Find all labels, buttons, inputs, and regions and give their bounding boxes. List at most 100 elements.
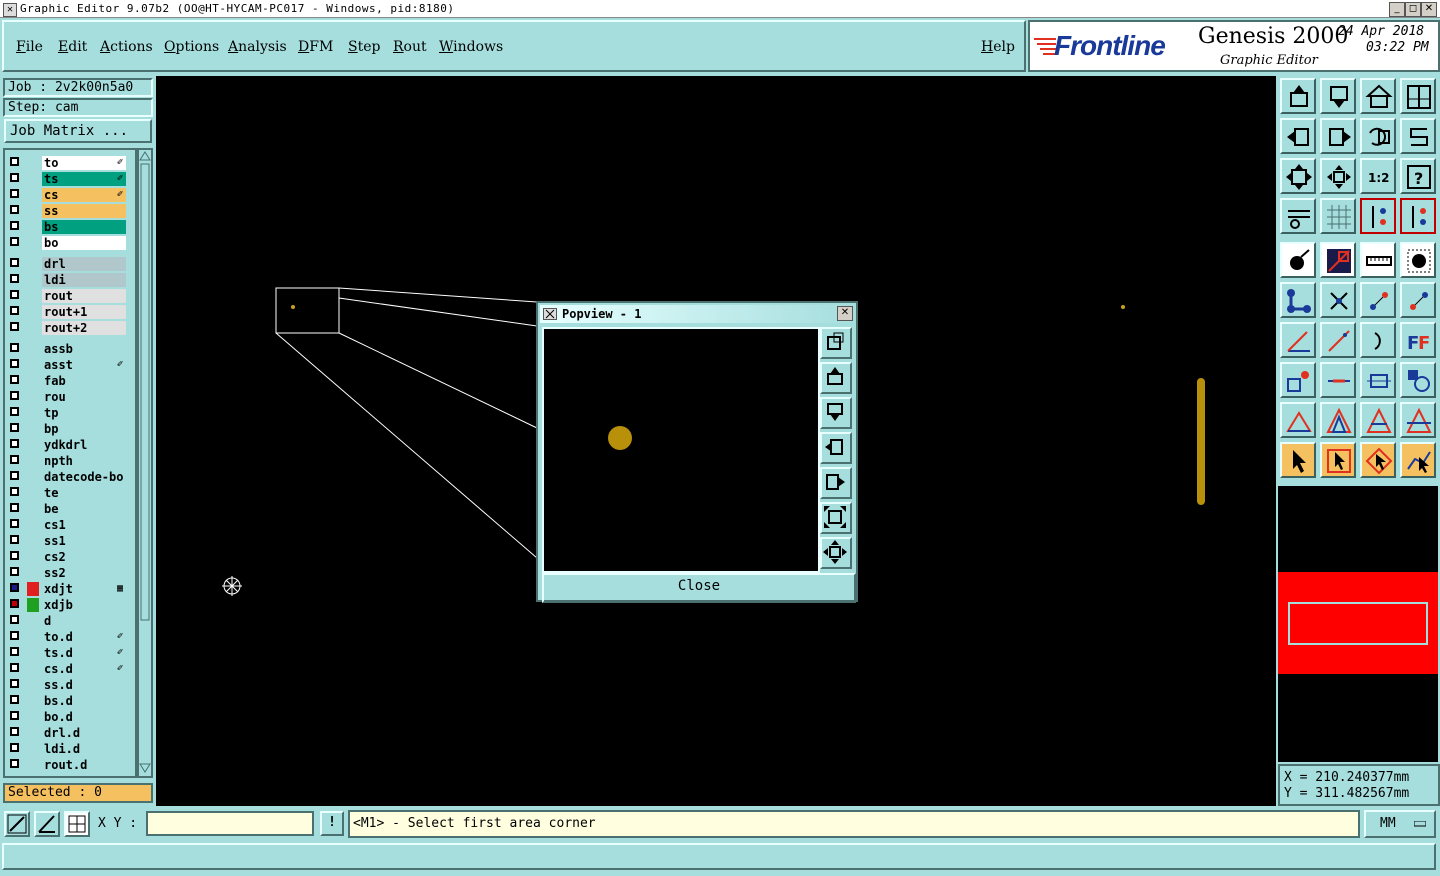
layer-row[interactable]: bo — [8, 236, 126, 250]
close-button[interactable]: ✕ — [1421, 2, 1437, 17]
snap-mode-button[interactable] — [4, 811, 30, 837]
layer-checkbox[interactable] — [10, 647, 19, 656]
tool-undo-view-button[interactable] — [1360, 118, 1396, 154]
layer-name[interactable]: rout — [42, 289, 126, 303]
menu-actions[interactable]: Actions — [100, 39, 153, 55]
layer-name[interactable]: asst ✐ — [42, 358, 126, 372]
menu-file[interactable]: File — [16, 39, 43, 55]
menu-edit[interactable]: Edit — [58, 39, 87, 55]
layer-checkbox[interactable] — [10, 343, 19, 352]
layer-checkbox[interactable] — [10, 471, 19, 480]
layer-name[interactable]: ss — [42, 204, 126, 218]
tool-a-cross-button[interactable] — [1400, 402, 1436, 438]
overview-panel[interactable] — [1278, 486, 1438, 762]
layer-row[interactable]: asst ✐ — [8, 358, 126, 372]
layer-row[interactable]: to ✐ — [8, 156, 126, 170]
xy-input[interactable] — [146, 811, 314, 836]
tool-nodes-button[interactable] — [1280, 282, 1316, 318]
layer-checkbox[interactable] — [10, 583, 19, 592]
popview-window[interactable]: Popview - 1 ✕ Close — [536, 301, 858, 603]
layer-row[interactable]: ldi — [8, 273, 126, 287]
menu-rout[interactable]: Rout — [393, 39, 427, 55]
layer-name[interactable]: ts ✐ — [42, 172, 126, 186]
popview-pan-down-button[interactable] — [820, 397, 852, 429]
layer-name[interactable]: rou — [42, 390, 126, 404]
layer-checkbox[interactable] — [10, 189, 19, 198]
layer-name[interactable]: fab — [42, 374, 126, 388]
tool-pad-button[interactable] — [1280, 242, 1316, 278]
tool-select-button[interactable] — [1280, 442, 1316, 478]
tool-triangle-button[interactable] — [1280, 402, 1316, 438]
layer-name[interactable]: ldi — [42, 273, 126, 287]
tool-settings-button[interactable] — [1280, 198, 1316, 234]
info-button[interactable]: ! — [320, 811, 344, 836]
layer-checkbox[interactable] — [10, 727, 19, 736]
layer-row[interactable]: rout+2 — [8, 321, 126, 335]
layer-name[interactable]: be — [42, 502, 126, 516]
layer-row[interactable]: te — [8, 486, 126, 500]
layer-name[interactable]: rout+1 — [42, 305, 126, 319]
menu-windows[interactable]: Windows — [439, 39, 503, 55]
layer-name[interactable]: bs.d — [42, 694, 126, 708]
layer-row[interactable]: ts ✐ — [8, 172, 126, 186]
layer-name[interactable]: ts.d ✐ — [42, 646, 126, 660]
tool-zoom-1to2-button[interactable]: 1:2 — [1360, 158, 1396, 194]
layer-name[interactable]: bs — [42, 220, 126, 234]
menu-step[interactable]: Step — [348, 39, 380, 55]
layer-row[interactable]: ss — [8, 204, 126, 218]
layer-name[interactable]: te — [42, 486, 126, 500]
grid-mode-button[interactable] — [64, 811, 90, 837]
popview-zoom-fit-button[interactable] — [820, 327, 852, 359]
layer-name[interactable]: cs.d ✐ — [42, 662, 126, 676]
layer-checkbox[interactable] — [10, 306, 19, 315]
layer-checkbox[interactable] — [10, 567, 19, 576]
tool-pan-up-button[interactable] — [1280, 78, 1316, 114]
popview-title-bar[interactable]: Popview - 1 ✕ — [540, 305, 854, 323]
layer-name[interactable]: npth — [42, 454, 126, 468]
layer-row[interactable]: npth — [8, 454, 126, 468]
layer-checkbox[interactable] — [10, 322, 19, 331]
layer-row[interactable]: bo.d — [8, 710, 126, 724]
layer-name[interactable]: cs2 — [42, 550, 126, 564]
layer-checkbox[interactable] — [10, 615, 19, 624]
layer-checkbox[interactable] — [10, 274, 19, 283]
layer-name[interactable]: ss2 — [42, 566, 126, 580]
layer-row[interactable]: assb — [8, 342, 126, 356]
layer-name[interactable]: to ✐ — [42, 156, 126, 170]
layer-row[interactable]: bs.d — [8, 694, 126, 708]
tool-a-shape-button[interactable] — [1360, 402, 1396, 438]
popview-pan-up-button[interactable] — [820, 362, 852, 394]
popview-zoom-in-button[interactable] — [820, 537, 852, 569]
tool-snap-button[interactable] — [1360, 198, 1396, 234]
layer-checkbox[interactable] — [10, 519, 19, 528]
popview-zoom-out-button[interactable] — [820, 502, 852, 534]
layer-row[interactable]: bp — [8, 422, 126, 436]
layer-name[interactable]: to.d ✐ — [42, 630, 126, 644]
layer-name[interactable]: cs ✐ — [42, 188, 126, 202]
layer-name[interactable]: bp — [42, 422, 126, 436]
layer-row[interactable]: datecode-bo — [8, 470, 126, 484]
layer-row[interactable]: ldi.d — [8, 742, 126, 756]
minimize-button[interactable]: _ — [1389, 2, 1405, 17]
tool-pan-right-button[interactable] — [1320, 118, 1356, 154]
layer-name[interactable]: drl.d — [42, 726, 126, 740]
layer-checkbox[interactable] — [10, 221, 19, 230]
tool-arrow-up-button[interactable] — [1320, 402, 1356, 438]
menu-dfm[interactable]: DFM — [298, 39, 333, 55]
popview-close-x-button[interactable]: ✕ — [837, 306, 853, 321]
tool-grid-button[interactable] — [1320, 198, 1356, 234]
tool-snap-center-button[interactable] — [1400, 198, 1436, 234]
layer-row[interactable]: cs2 — [8, 550, 126, 564]
unit-selector[interactable]: MM — [1364, 810, 1436, 838]
tool-home-button[interactable] — [1360, 78, 1396, 114]
menu-options[interactable]: Options — [164, 39, 219, 55]
layer-row[interactable]: rout+1 — [8, 305, 126, 319]
layer-row[interactable]: fab — [8, 374, 126, 388]
layer-checkbox[interactable] — [10, 743, 19, 752]
tool-zoom-fit-button[interactable] — [1280, 158, 1316, 194]
layer-checkbox[interactable] — [10, 631, 19, 640]
layer-name[interactable]: d — [42, 614, 126, 628]
tool-cross-button[interactable] — [1320, 282, 1356, 318]
menu-analysis[interactable]: Analysis — [228, 39, 287, 55]
tool-pan-left-button[interactable] — [1280, 118, 1316, 154]
